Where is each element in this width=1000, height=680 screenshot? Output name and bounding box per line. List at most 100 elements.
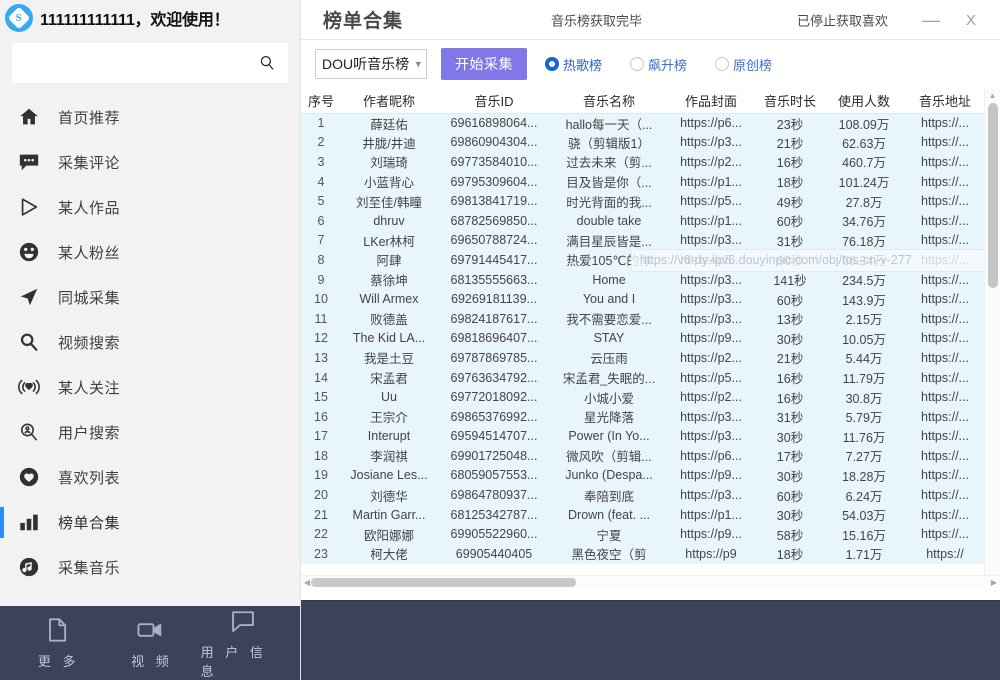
- cell-music-name[interactable]: STAY: [551, 329, 667, 349]
- cell-author[interactable]: 败德盖: [341, 309, 437, 329]
- sidebar-item-someones-works[interactable]: 某人作品: [0, 185, 300, 230]
- cell-cover-url[interactable]: https://p9: [667, 544, 755, 564]
- cell-index[interactable]: 18: [301, 446, 341, 466]
- cell-author[interactable]: 刘瑞琦: [341, 152, 437, 172]
- vertical-scroll-thumb[interactable]: [988, 103, 998, 288]
- cell-duration[interactable]: 31秒: [755, 231, 825, 251]
- cell-music-id[interactable]: 69813841719...: [437, 191, 551, 211]
- cell-index[interactable]: 8: [301, 250, 341, 270]
- cell-cover-url[interactable]: https://p1...: [667, 211, 755, 231]
- cell-cover-url[interactable]: https://p1...: [667, 505, 755, 525]
- cell-user-count[interactable]: 143.9万: [825, 289, 903, 309]
- chart-source-select[interactable]: DOU听音乐榜 ▾: [315, 49, 427, 79]
- cell-index[interactable]: 16: [301, 407, 341, 427]
- cell-duration[interactable]: 58秒: [755, 524, 825, 544]
- cell-music-id[interactable]: 69795309604...: [437, 172, 551, 192]
- cell-index[interactable]: 13: [301, 348, 341, 368]
- col-header-music-url[interactable]: 音乐地址: [903, 88, 987, 113]
- cell-user-count[interactable]: 11.79万: [825, 368, 903, 388]
- cell-music-name[interactable]: 星光降落: [551, 407, 667, 427]
- cell-duration[interactable]: 23秒: [755, 113, 825, 133]
- cell-music-url[interactable]: https://...: [903, 250, 987, 270]
- cell-index[interactable]: 21: [301, 505, 341, 525]
- cell-music-id[interactable]: 69860904304...: [437, 133, 551, 153]
- sidebar-item-chart-collection[interactable]: 榜单合集: [0, 500, 300, 545]
- scroll-up-icon[interactable]: ▲: [985, 88, 1000, 102]
- start-collect-button[interactable]: 开始采集: [441, 48, 527, 80]
- cell-index[interactable]: 6: [301, 211, 341, 231]
- cell-music-url[interactable]: https://...: [903, 289, 987, 309]
- cell-music-name[interactable]: You and I: [551, 289, 667, 309]
- cell-music-url[interactable]: https://...: [903, 329, 987, 349]
- cell-cover-url[interactable]: https://p1...: [667, 172, 755, 192]
- cell-author[interactable]: Will Armex: [341, 289, 437, 309]
- cell-user-count[interactable]: 11.76万: [825, 427, 903, 447]
- sidebar-item-someones-fans[interactable]: 某人粉丝: [0, 230, 300, 275]
- cell-music-name[interactable]: 宁夏: [551, 524, 667, 544]
- table-row[interactable]: 17Interupt69594514707...Power (In Yo...h…: [301, 427, 1000, 447]
- horizontal-scroll-thumb[interactable]: [311, 578, 576, 587]
- cell-author[interactable]: 阿肆: [341, 250, 437, 270]
- cell-user-count[interactable]: 1.71万: [825, 544, 903, 564]
- cell-author[interactable]: LKer林柯: [341, 231, 437, 251]
- cell-music-id[interactable]: 69787869785...: [437, 348, 551, 368]
- col-header-cover[interactable]: 作品封面: [667, 88, 755, 113]
- search-icon[interactable]: [256, 52, 278, 74]
- close-button[interactable]: X: [958, 7, 984, 33]
- cell-user-count[interactable]: 5.44万: [825, 348, 903, 368]
- cell-author[interactable]: 刘德华: [341, 485, 437, 505]
- table-vertical-scrollbar[interactable]: ▲: [984, 88, 1000, 588]
- cell-cover-url[interactable]: https://p6...: [667, 113, 755, 133]
- cell-author[interactable]: Uu: [341, 387, 437, 407]
- cell-index[interactable]: 4: [301, 172, 341, 192]
- table-row[interactable]: 3刘瑞琦69773584010...过去未来（剪...https://p2...…: [301, 152, 1000, 172]
- cell-user-count[interactable]: 234.5万: [825, 270, 903, 290]
- cell-author[interactable]: Martin Garr...: [341, 505, 437, 525]
- cell-music-url[interactable]: https://...: [903, 466, 987, 486]
- minimize-button[interactable]: —: [918, 7, 944, 33]
- cell-cover-url[interactable]: https://p5...: [667, 191, 755, 211]
- cell-index[interactable]: 12: [301, 329, 341, 349]
- table-row[interactable]: 6dhruv68782569850...double takehttps://p…: [301, 211, 1000, 231]
- table-row[interactable]: 14宋孟君69763634792...宋孟君_失眠的...https://p5.…: [301, 368, 1000, 388]
- radio-hot-songs[interactable]: 热歌榜: [545, 55, 602, 74]
- cell-user-count[interactable]: 76.18万: [825, 231, 903, 251]
- cell-music-url[interactable]: https://...: [903, 368, 987, 388]
- cell-cover-url[interactable]: https://p6...: [667, 446, 755, 466]
- cell-music-url[interactable]: https://...: [903, 505, 987, 525]
- radio-rising[interactable]: 飙升榜: [630, 55, 687, 74]
- cell-user-count[interactable]: 7.27万: [825, 446, 903, 466]
- cell-author[interactable]: 柯大佬: [341, 544, 437, 564]
- cell-author[interactable]: Josiane Les...: [341, 466, 437, 486]
- cell-index[interactable]: 3: [301, 152, 341, 172]
- radio-original[interactable]: 原创榜: [715, 55, 772, 74]
- cell-music-url[interactable]: https://...: [903, 446, 987, 466]
- table-row[interactable]: 9蔡徐坤68135555663...Homehttps://p3...141秒2…: [301, 270, 1000, 290]
- cell-duration[interactable]: 141秒: [755, 270, 825, 290]
- sidebar-item-likes-list[interactable]: 喜欢列表: [0, 455, 300, 500]
- table-row[interactable]: 5刘至佳/韩瞳69813841719...时光背面的我...https://p5…: [301, 191, 1000, 211]
- cell-music-id[interactable]: 69616898064...: [437, 113, 551, 133]
- cell-index[interactable]: 1: [301, 113, 341, 133]
- cell-cover-url[interactable]: https://p2...: [667, 348, 755, 368]
- table-row[interactable]: 20刘德华69864780937...奉陪到底https://p3...60秒6…: [301, 485, 1000, 505]
- cell-duration[interactable]: 16秒: [755, 387, 825, 407]
- cell-music-name[interactable]: double take: [551, 211, 667, 231]
- sidebar-item-collect-comments[interactable]: 采集评论: [0, 140, 300, 185]
- cell-duration[interactable]: 18秒: [755, 544, 825, 564]
- cell-music-url[interactable]: https://...: [903, 152, 987, 172]
- cell-index[interactable]: 2: [301, 133, 341, 153]
- cell-cover-url[interactable]: https://p2...: [667, 387, 755, 407]
- table-row[interactable]: 4小蓝背心69795309604...目及皆是你（...https://p1..…: [301, 172, 1000, 192]
- cell-user-count[interactable]: 5.79万: [825, 407, 903, 427]
- cell-duration[interactable]: 49秒: [755, 191, 825, 211]
- cell-music-id[interactable]: 69791445417...: [437, 250, 551, 270]
- cell-music-id[interactable]: 69865376992...: [437, 407, 551, 427]
- cell-music-url[interactable]: https://...: [903, 172, 987, 192]
- cell-index[interactable]: 11: [301, 309, 341, 329]
- sidebar-item-someones-following[interactable]: 某人关注: [0, 365, 300, 410]
- cell-music-url[interactable]: https://...: [903, 211, 987, 231]
- cell-music-url[interactable]: https://...: [903, 113, 987, 133]
- cell-user-count[interactable]: 108.09万: [825, 113, 903, 133]
- scroll-right-icon[interactable]: ▶: [988, 578, 1000, 587]
